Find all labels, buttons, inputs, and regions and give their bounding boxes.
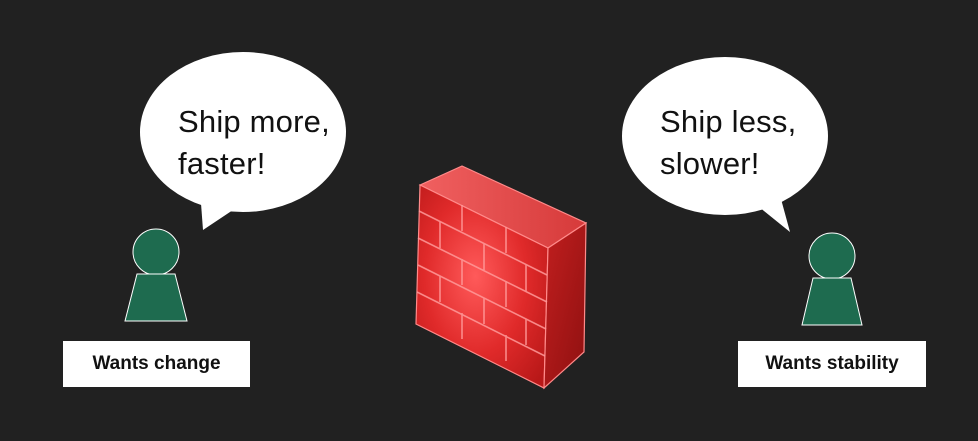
right-speech-line-1: Ship less, — [660, 104, 797, 139]
diagram-canvas: Ship more, faster! Ship less, slower! Wa… — [0, 0, 978, 441]
right-speech-text: Ship less, slower! — [660, 101, 796, 185]
left-speech-line-1: Ship more, — [178, 104, 330, 139]
right-speech-line-2: slower! — [660, 146, 760, 181]
left-person-label: Wants change — [63, 341, 250, 387]
left-speech-text: Ship more, faster! — [178, 101, 330, 185]
right-person-icon — [801, 232, 863, 326]
left-person-icon — [124, 228, 188, 322]
firewall-brick-wall-icon — [415, 165, 588, 390]
left-speech-line-2: faster! — [178, 146, 266, 181]
right-person-label: Wants stability — [738, 341, 926, 387]
